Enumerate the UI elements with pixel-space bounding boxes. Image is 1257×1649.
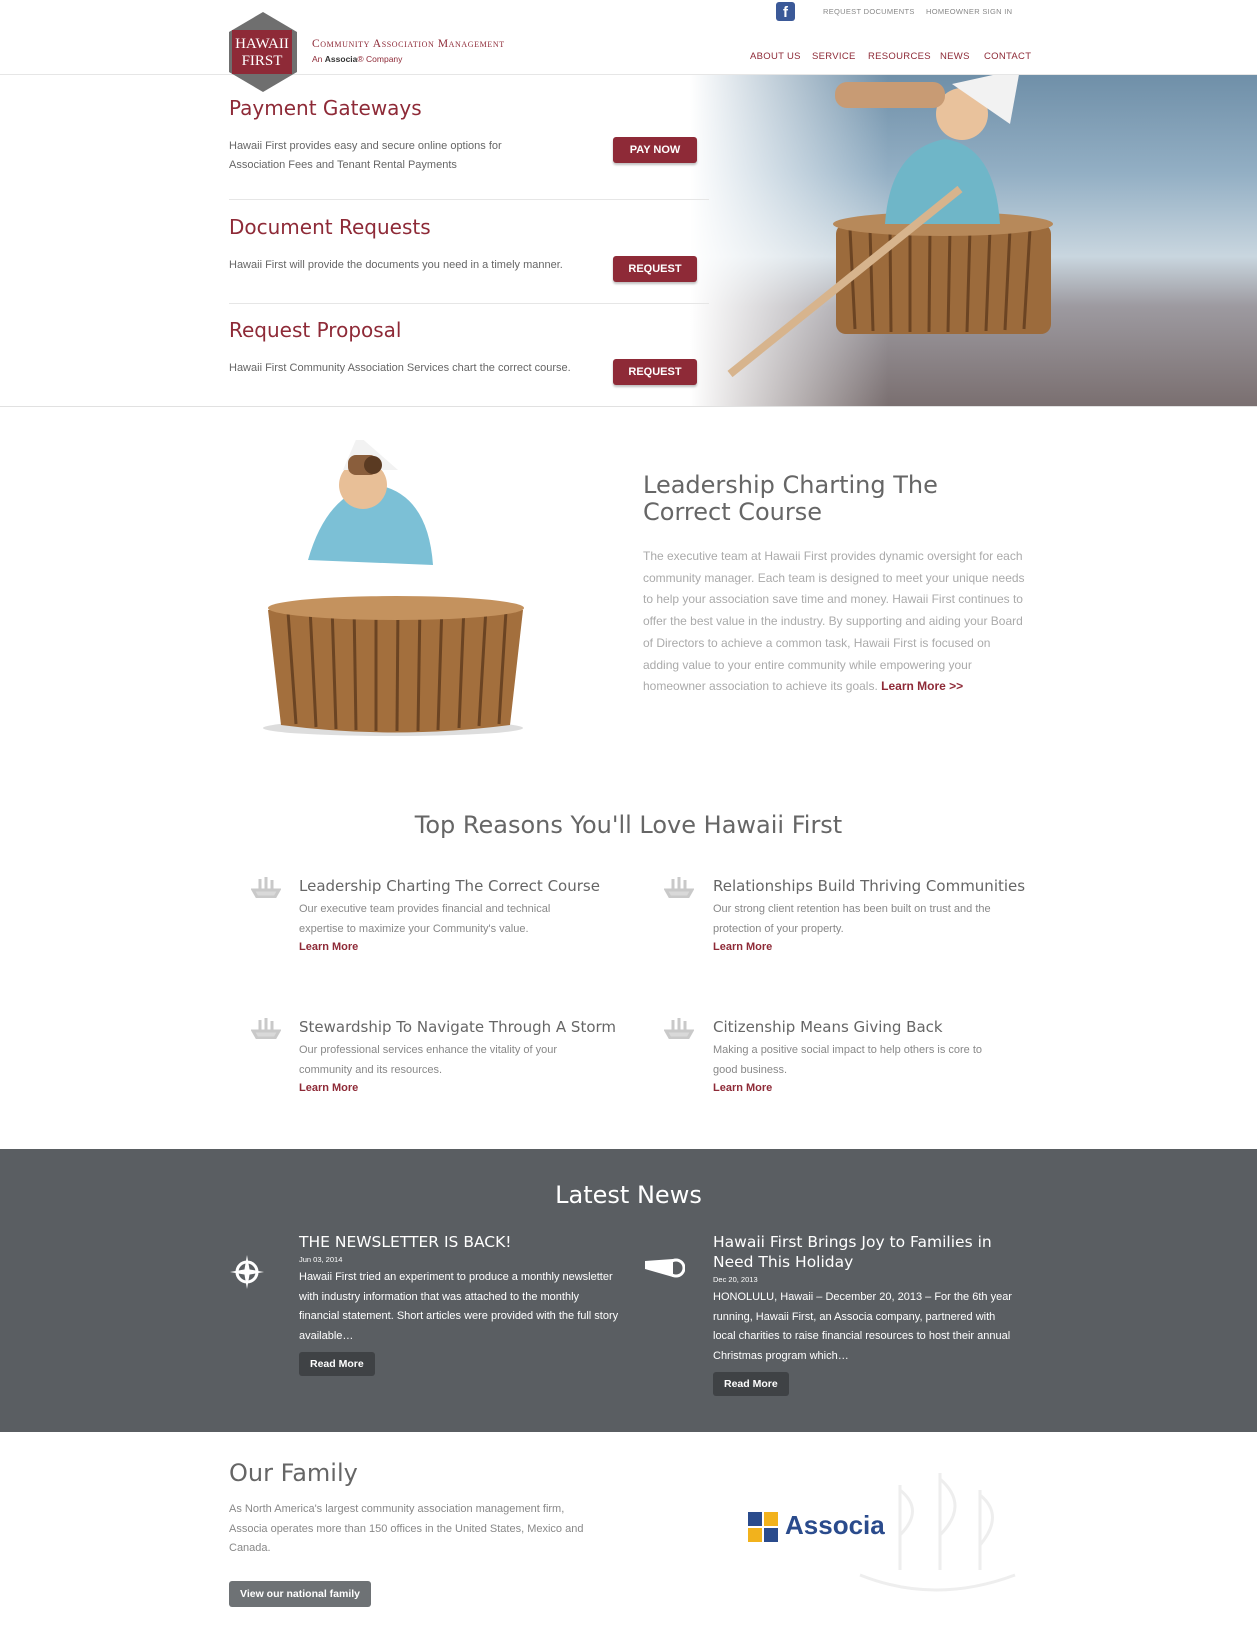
reason-learn-more-link[interactable]: Learn More (713, 1082, 772, 1094)
facebook-icon[interactable]: f (776, 2, 795, 21)
homeowner-sign-in-link[interactable]: HOMEOWNER SIGN IN (926, 7, 1012, 16)
pay-now-button[interactable]: PAY NOW (613, 137, 697, 163)
our-family-title: Our Family (229, 1459, 358, 1487)
divider (229, 303, 709, 304)
ship-icon (664, 1018, 694, 1039)
compass-icon (230, 1255, 264, 1289)
reason-title: Leadership Charting The Correct Course (299, 877, 600, 895)
news-item-text: Hawaii First tried an experiment to prod… (299, 1271, 619, 1342)
document-requests-text: Hawaii First will provide the documents … (229, 259, 563, 271)
reason-title: Citizenship Means Giving Back (713, 1018, 943, 1036)
our-family-text: As North America's largest community ass… (229, 1503, 584, 1554)
proposal-request-button[interactable]: REQUEST (613, 359, 697, 385)
leadership-title: Leadership Charting The Correct Course (643, 471, 938, 526)
logo-tagline: Community Association Management (312, 38, 505, 50)
request-proposal-title: Request Proposal (229, 318, 402, 342)
news-item-date: Dec 20, 2013 (713, 1275, 758, 1284)
nav-news[interactable]: NEWS (940, 51, 970, 62)
ship-icon (251, 1018, 281, 1039)
reason-text: Making a positive social impact to help … (713, 1044, 983, 1076)
document-request-button[interactable]: REQUEST (613, 256, 697, 282)
associa-logo-mark (748, 1512, 778, 1542)
nav-service[interactable]: SERVICE (812, 51, 856, 62)
ship-icon (664, 877, 694, 898)
reason-title: Relationships Build Thriving Communities (713, 877, 1026, 895)
nav-resources[interactable]: RESOURCES (868, 51, 931, 62)
ship-icon (251, 877, 281, 898)
read-more-button[interactable]: Read More (713, 1372, 789, 1396)
news-item-title[interactable]: THE NEWSLETTER IS BACK! (299, 1232, 619, 1252)
document-requests-title: Document Requests (229, 215, 431, 239)
top-reasons-title: Top Reasons You'll Love Hawaii First (414, 811, 843, 839)
telescope-icon (645, 1258, 685, 1278)
site-header: HAWAII FIRST Community Association Manag… (0, 0, 1257, 92)
leadership-learn-more-link[interactable]: Learn More >> (881, 679, 963, 693)
hero-photo-boy-telescope (690, 74, 1257, 406)
associa-logo-text[interactable]: Associa (785, 1510, 885, 1541)
leadership-photo-boy-basket (263, 440, 524, 736)
divider (229, 199, 709, 200)
leadership-body: The executive team at Hawaii First provi… (643, 549, 1025, 694)
logo-subline: An Associa® Company (312, 54, 403, 64)
news-item-title[interactable]: Hawaii First Brings Joy to Families in N… (713, 1232, 1023, 1272)
payment-gateways-title: Payment Gateways (229, 96, 422, 120)
reason-learn-more-link[interactable]: Learn More (299, 1082, 358, 1094)
request-proposal-text: Hawaii First Community Association Servi… (229, 362, 571, 374)
logo-wordmark[interactable]: HAWAII FIRST (232, 30, 292, 74)
nav-about-us[interactable]: ABOUT US (750, 51, 801, 62)
view-national-family-button[interactable]: View our national family (229, 1581, 372, 1607)
reason-text: Our strong client retention has been bui… (713, 903, 991, 935)
news-item-text: HONOLULU, Hawaii – December 20, 2013 – F… (713, 1291, 1012, 1362)
reason-text: Our professional services enhance the vi… (299, 1044, 558, 1076)
reason-learn-more-link[interactable]: Learn More (713, 941, 772, 953)
reason-title: Stewardship To Navigate Through A Storm (299, 1018, 617, 1036)
hero-section: Payment Gateways Hawaii First provides e… (0, 74, 1257, 407)
reason-text: Our executive team provides financial an… (299, 903, 551, 935)
latest-news-title: Latest News (555, 1181, 702, 1209)
latest-news-section: Latest News THE NEWSLETTER IS BACK! Jun … (0, 1149, 1257, 1432)
nav-contact[interactable]: CONTACT (984, 51, 1031, 62)
payment-gateways-text: Hawaii First provides easy and secure on… (229, 140, 502, 171)
reason-learn-more-link[interactable]: Learn More (299, 941, 358, 953)
request-documents-link[interactable]: REQUEST DOCUMENTS (823, 7, 915, 16)
read-more-button[interactable]: Read More (299, 1352, 375, 1376)
boy-in-basket-illustration (727, 74, 1053, 378)
news-item-date: Jun 03, 2014 (299, 1255, 343, 1264)
